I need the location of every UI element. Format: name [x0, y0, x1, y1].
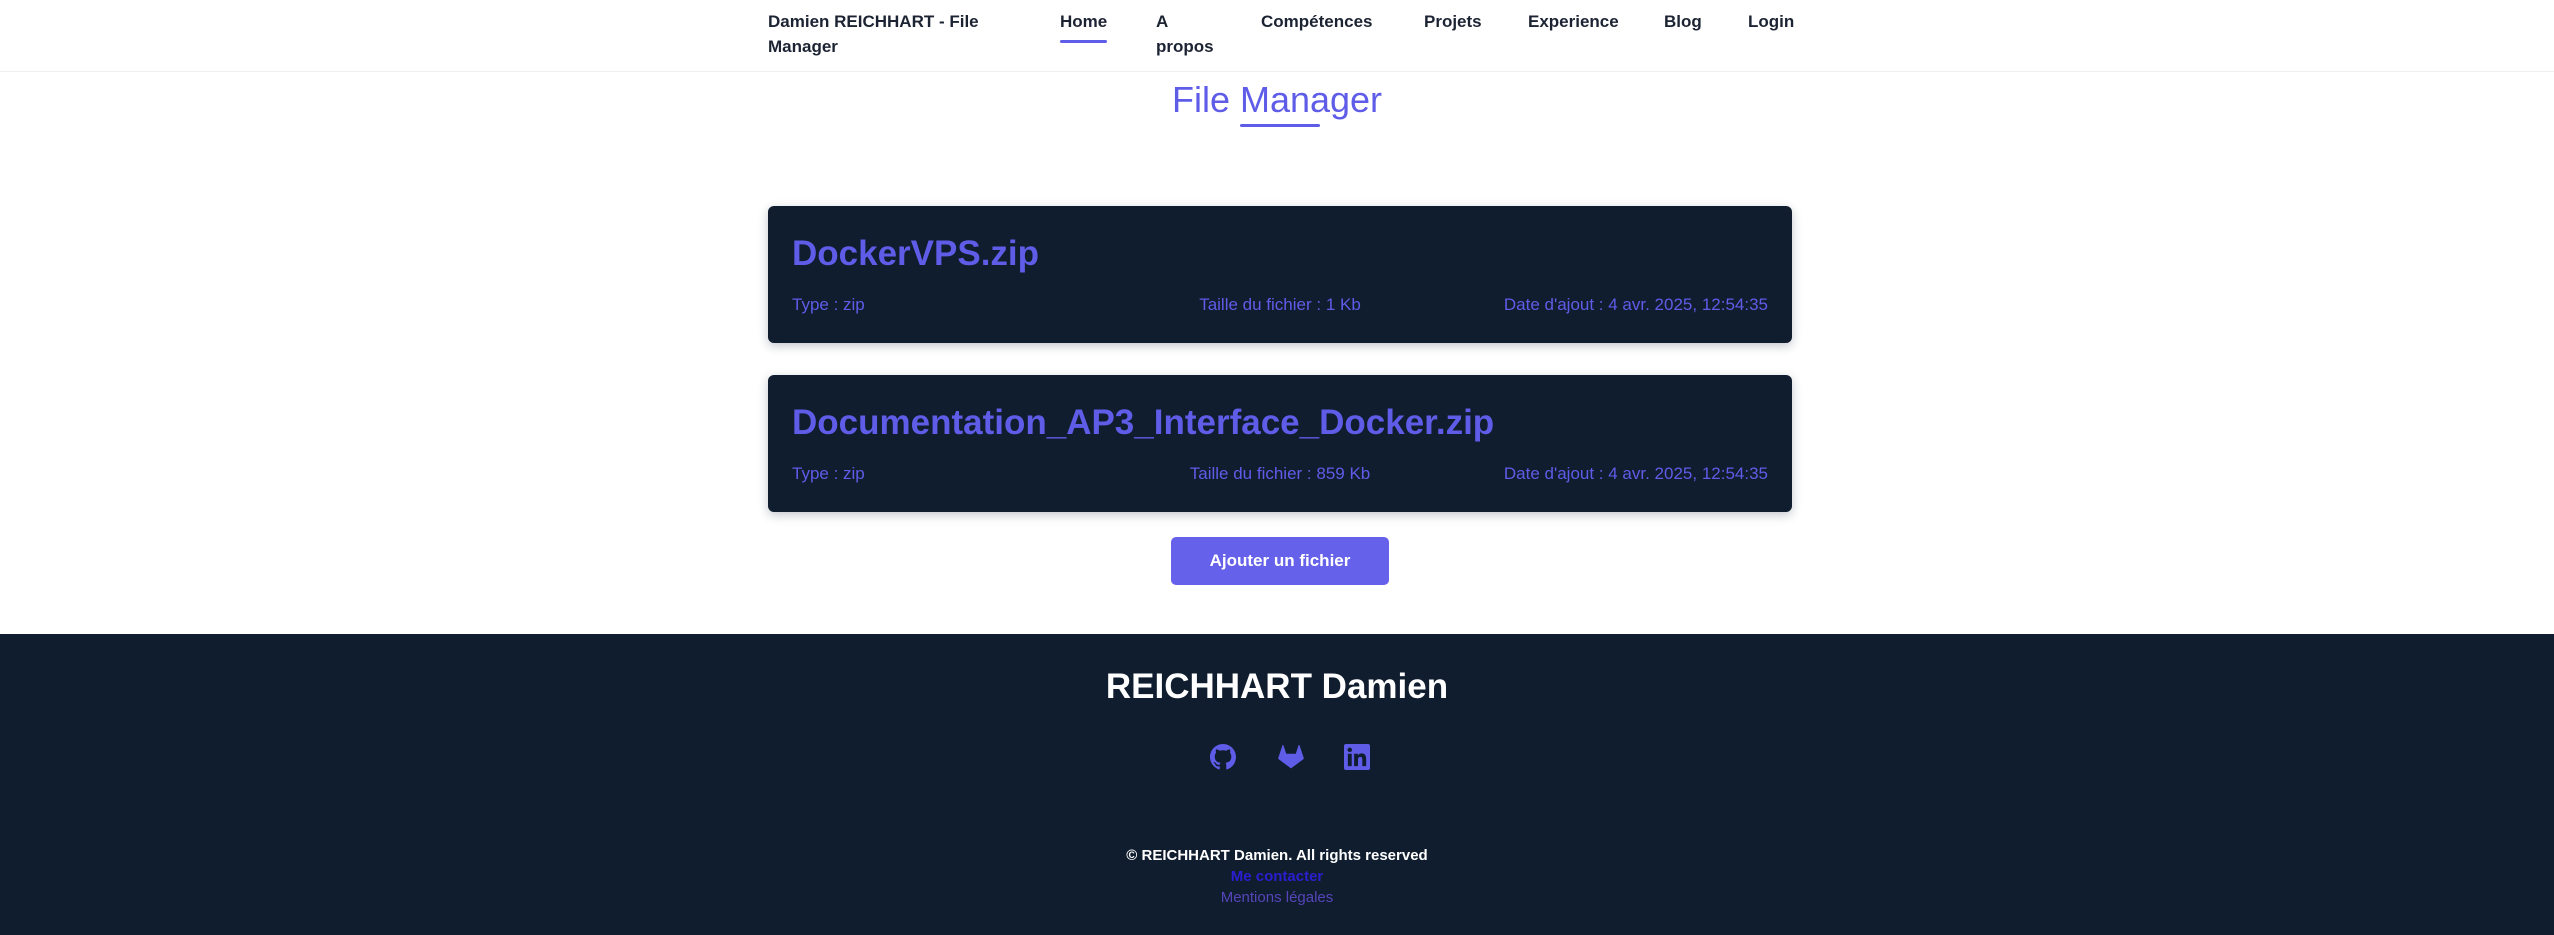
footer: REICHHART Damien © REICHHART Damien. All… — [0, 634, 2554, 935]
gitlab-icon[interactable] — [1278, 744, 1304, 770]
file-date: Date d'ajout : 4 avr. 2025, 12:54:35 — [1503, 464, 1768, 483]
site-brand[interactable]: Damien REICHHART - File Manager — [768, 9, 998, 59]
linkedin-icon[interactable] — [1344, 744, 1370, 770]
footer-link-contact[interactable]: Me contacter — [0, 867, 2554, 887]
nav-login[interactable]: Login — [1748, 9, 1794, 34]
footer-link-legal[interactable]: Mentions légales — [0, 888, 2554, 908]
nav-projets[interactable]: Projets — [1424, 9, 1482, 34]
nav-home[interactable]: Home — [1060, 9, 1108, 43]
github-icon[interactable] — [1210, 744, 1236, 770]
file-card[interactable]: DockerVPS.zip Type : zip Taille du fichi… — [768, 206, 1792, 343]
nav-competences[interactable]: Compétences — [1261, 9, 1372, 34]
nav-experience[interactable]: Experience — [1528, 9, 1619, 34]
title-underline — [1240, 124, 1320, 127]
file-date: Date d'ajout : 4 avr. 2025, 12:54:35 — [1503, 295, 1768, 314]
nav-blog[interactable]: Blog — [1664, 9, 1702, 34]
top-navbar: Damien REICHHART - File Manager Home A p… — [0, 0, 2554, 72]
copyright-text: © REICHHART Damien. All rights reserved — [1126, 847, 1428, 864]
file-name[interactable]: DockerVPS.zip — [792, 232, 1039, 276]
nav-apropos[interactable]: A propos — [1156, 9, 1216, 59]
footer-name: REICHHART Damien — [1105, 667, 1449, 706]
page-title: File Manager — [1171, 79, 1383, 120]
file-name[interactable]: Documentation_AP3_Interface_Docker.zip — [792, 401, 1494, 445]
file-card[interactable]: Documentation_AP3_Interface_Docker.zip T… — [768, 375, 1792, 512]
add-file-button[interactable]: Ajouter un fichier — [1171, 537, 1389, 585]
